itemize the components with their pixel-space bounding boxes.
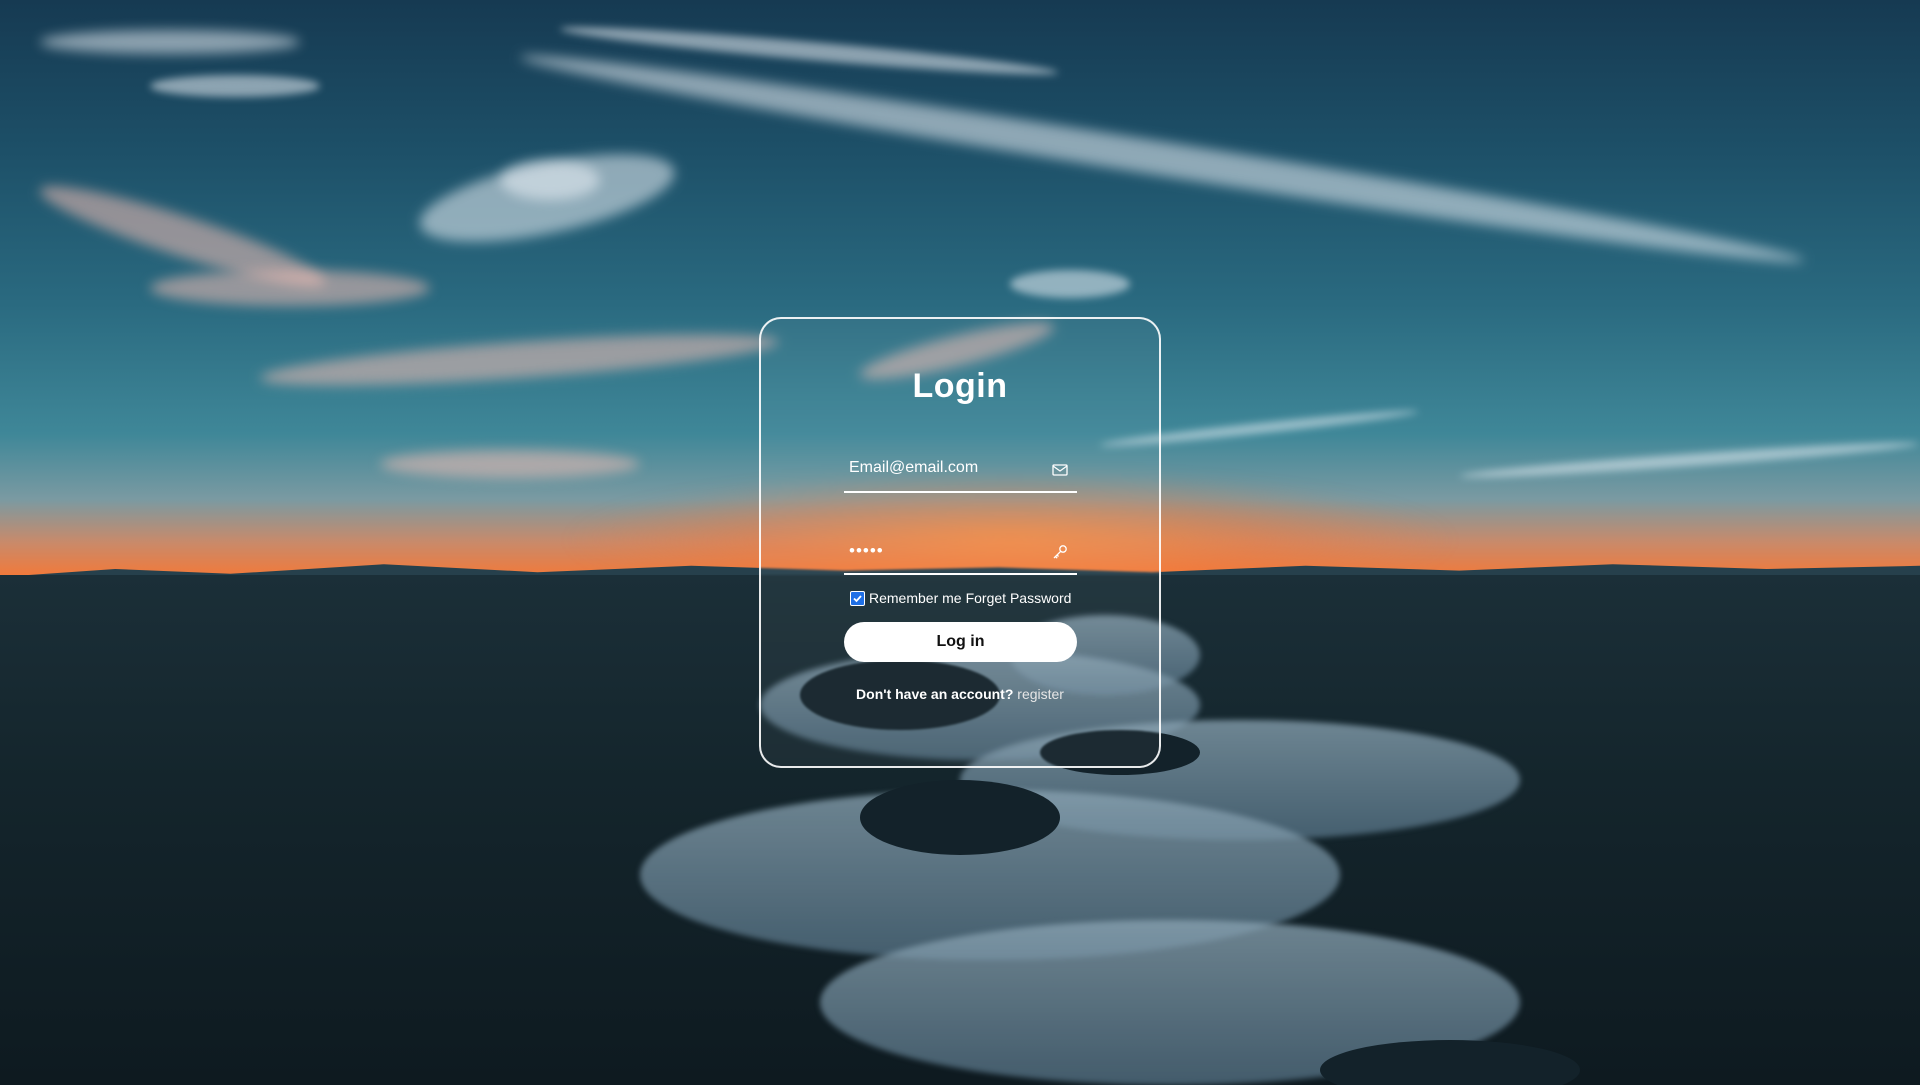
cloud (1010, 270, 1130, 298)
mail-icon (1052, 464, 1068, 476)
email-input-value[interactable]: Email@email.com (849, 459, 978, 477)
login-button[interactable]: Log in (844, 622, 1077, 662)
cloud (517, 40, 1807, 278)
remember-label[interactable]: Remember me (869, 590, 962, 606)
cloud (150, 270, 430, 306)
register-prompt: Don't have an account? (856, 686, 1014, 702)
island (860, 780, 1060, 855)
register-link[interactable]: register (1017, 686, 1064, 702)
checkmark-icon (853, 594, 862, 602)
register-row: Don't have an account? register (761, 686, 1159, 702)
cloud (150, 75, 320, 97)
key-icon (1053, 545, 1067, 559)
password-input-value[interactable]: ••••• (849, 541, 884, 561)
email-field[interactable]: Email@email.com (844, 451, 1077, 493)
remember-checkbox[interactable] (850, 590, 865, 606)
remember-row: Remember me Forget Password (850, 588, 1071, 608)
login-title: Login (912, 367, 1008, 405)
login-card: Login Email@email.com ••••• Remember me … (759, 317, 1161, 768)
cloud (500, 160, 600, 200)
cloud (1459, 437, 1920, 482)
forgot-password-link[interactable]: Forget Password (966, 590, 1072, 606)
cloud (258, 323, 780, 396)
cloud (40, 30, 300, 54)
password-field[interactable]: ••••• (844, 533, 1077, 575)
